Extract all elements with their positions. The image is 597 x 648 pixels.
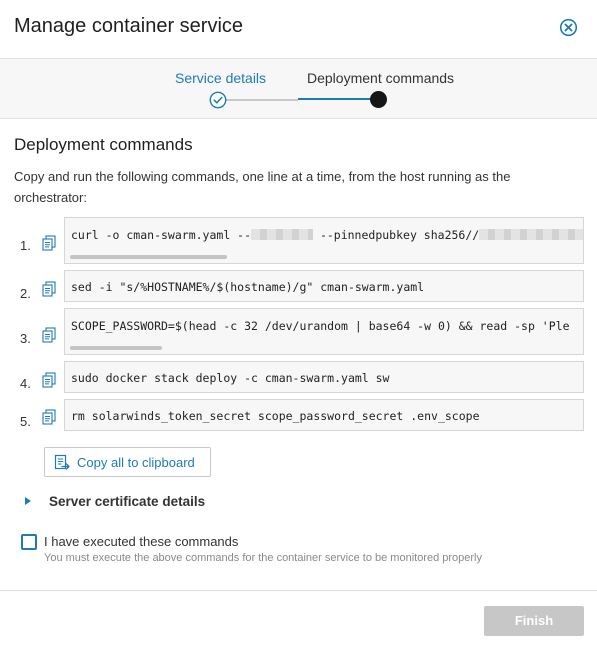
copy-command-icon[interactable] [42, 281, 56, 297]
command-text: curl -o cman-swarm.yaml -- --pinnedpubke… [71, 228, 583, 242]
command-text: SCOPE_PASSWORD=$(head -c 32 /dev/urandom… [71, 319, 570, 333]
command-text: rm solarwinds_token_secret scope_passwor… [71, 409, 480, 423]
command-box[interactable]: SCOPE_PASSWORD=$(head -c 32 /dev/urandom… [64, 308, 584, 355]
horizontal-scrollbar[interactable] [70, 346, 162, 350]
finish-button[interactable]: Finish [484, 606, 584, 636]
command-number: 3. [20, 331, 31, 346]
step-completed-check-icon [209, 91, 227, 109]
server-certificate-expander[interactable]: Server certificate details [22, 493, 222, 513]
command-box[interactable]: sudo docker stack deploy -c cman-swarm.y… [64, 361, 584, 393]
caret-right-icon [25, 497, 31, 505]
command-box[interactable]: rm solarwinds_token_secret scope_passwor… [64, 399, 584, 431]
copy-all-button[interactable]: Copy all to clipboard [44, 447, 211, 477]
command-number: 4. [20, 376, 31, 391]
clipboard-copy-icon [54, 454, 70, 470]
command-number: 1. [20, 238, 31, 253]
command-text: sed -i "s/%HOSTNAME%/$(hostname)/g" cman… [71, 280, 425, 294]
command-text-part: --pinnedpubkey sha256// [313, 228, 480, 242]
command-number: 5. [20, 414, 31, 429]
copy-command-icon[interactable] [42, 327, 56, 343]
step-deployment-commands: Deployment commands [307, 70, 455, 86]
redacted-value [251, 229, 314, 240]
dialog-header: Manage container service [0, 0, 597, 58]
command-box[interactable]: sed -i "s/%HOSTNAME%/$(hostname)/g" cman… [64, 270, 584, 302]
copy-command-icon[interactable] [42, 372, 56, 388]
wizard-stepper: Service details Deployment commands [0, 58, 597, 119]
command-text: sudo docker stack deploy -c cman-swarm.y… [71, 371, 390, 385]
command-box[interactable]: curl -o cman-swarm.yaml -- --pinnedpubke… [64, 217, 584, 264]
checkbox-label[interactable]: I have executed these commands [44, 534, 238, 549]
redacted-value [479, 229, 583, 240]
step-service-details[interactable]: Service details [175, 70, 266, 86]
section-title: Deployment commands [14, 135, 193, 154]
stepper-track [226, 99, 298, 101]
footer-divider [0, 590, 597, 591]
copy-command-icon[interactable] [42, 409, 56, 425]
command-text-part: curl -o cman-swarm.yaml -- [71, 228, 252, 242]
command-number: 2. [20, 286, 31, 301]
checkbox-hint: You must execute the above commands for … [44, 552, 483, 564]
close-icon[interactable] [559, 18, 578, 37]
stepper-track-active [298, 98, 373, 100]
instructions-text: Copy and run the following commands, one… [14, 169, 511, 205]
copy-command-icon[interactable] [42, 235, 56, 251]
copy-all-label: Copy all to clipboard [77, 455, 195, 470]
dialog-title: Manage container service [14, 15, 244, 37]
executed-commands-checkbox[interactable] [21, 534, 37, 550]
expander-label: Server certificate details [49, 494, 206, 509]
horizontal-scrollbar[interactable] [70, 255, 227, 259]
step-active-dot [370, 91, 387, 108]
